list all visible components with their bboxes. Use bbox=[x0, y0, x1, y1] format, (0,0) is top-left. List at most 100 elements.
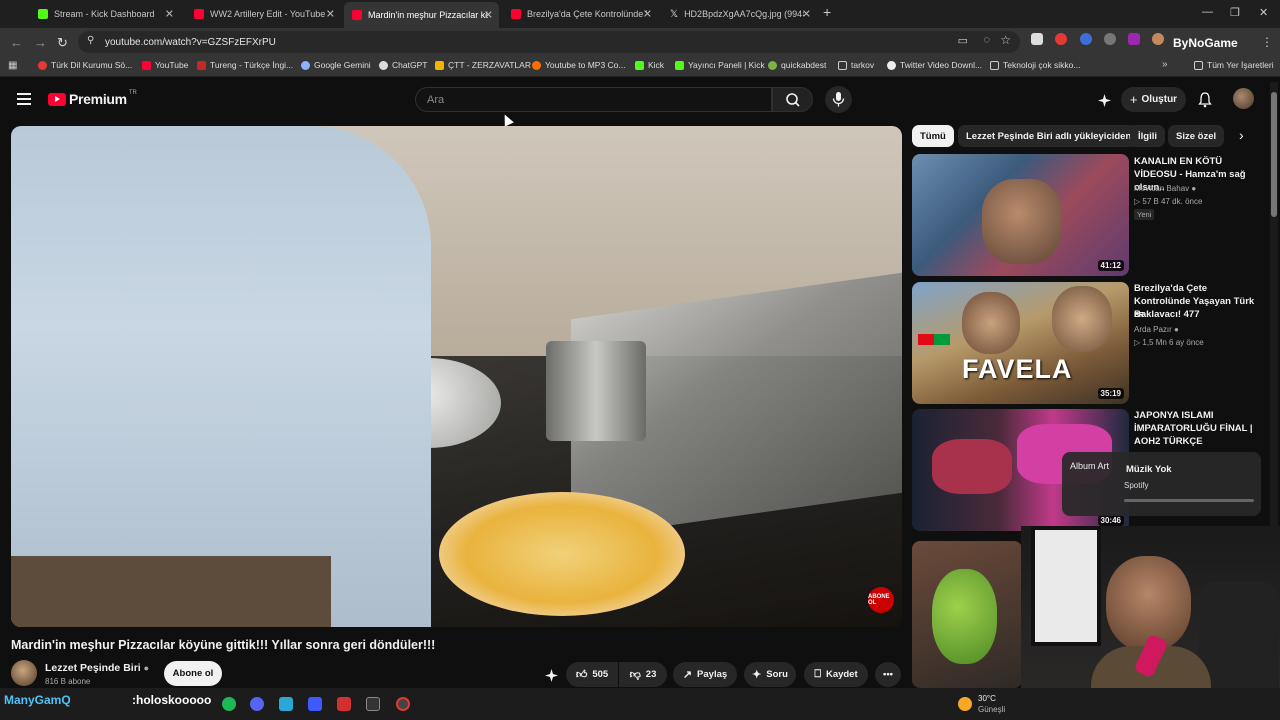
recommendation-title[interactable]: Brezilya'da Çete Kontrolünde Yaşayan Tür… bbox=[1134, 282, 1262, 321]
extension-icon[interactable] bbox=[1055, 33, 1067, 45]
bookmark-item[interactable]: Kick bbox=[635, 60, 664, 70]
like-button[interactable]: 👍︎ 505 bbox=[566, 662, 618, 687]
track-title: Müzik Yok bbox=[1126, 464, 1172, 475]
recommendation-title[interactable]: JAPONYA ISLAMI İMPARATORLUĞU FİNAL | AOH… bbox=[1134, 409, 1262, 448]
tab-kick-dashboard[interactable]: Stream - Kick Dashboard ✕ bbox=[30, 3, 180, 25]
bookmark-item[interactable]: Tureng - Türkçe İngi... bbox=[197, 60, 293, 70]
search-input[interactable] bbox=[416, 88, 736, 111]
account-avatar[interactable] bbox=[1233, 88, 1254, 109]
bookmark-item[interactable]: Yayıncı Paneli | Kick bbox=[675, 60, 765, 70]
chip-related[interactable]: İlgili bbox=[1130, 125, 1165, 147]
recommendation-channel[interactable]: Arda Pazır ● bbox=[1134, 325, 1179, 334]
subscribe-button[interactable]: Abone ol bbox=[164, 661, 222, 686]
recommendation-thumbnail[interactable]: FAVELA 35:19 bbox=[912, 282, 1129, 404]
cast-icon[interactable]: ▭ bbox=[958, 34, 968, 47]
video-frame-person bbox=[11, 126, 431, 627]
menu-icon[interactable]: ⋮ bbox=[1261, 35, 1273, 49]
close-icon[interactable]: ✕ bbox=[326, 8, 335, 21]
video-frame-apron bbox=[11, 556, 331, 627]
tab-title: HD2BpdzXgAA7cQg.jpg (994× bbox=[684, 9, 805, 19]
more-actions-button[interactable]: ••• bbox=[875, 662, 901, 687]
bookmark-item[interactable]: Youtube to MP3 Co... bbox=[532, 60, 626, 70]
pdf-reader-icon[interactable] bbox=[337, 697, 351, 711]
tab-mardin-pizza[interactable]: Mardin'in meşhur Pizzacılar köy ✕ bbox=[344, 2, 499, 28]
reload-icon[interactable]: ↻ bbox=[57, 35, 68, 51]
recommendation-channel[interactable]: Mevtcan Bahav ● bbox=[1134, 184, 1196, 193]
close-window-icon[interactable]: ✕ bbox=[1259, 6, 1268, 19]
video-duration: 41:12 bbox=[1097, 260, 1124, 271]
youtube-premium-logo[interactable]: Premium TR bbox=[48, 90, 137, 107]
close-icon[interactable]: ✕ bbox=[802, 8, 811, 21]
close-icon[interactable]: ✕ bbox=[165, 8, 174, 21]
close-icon[interactable]: ✕ bbox=[643, 8, 652, 21]
turkey-flag-icon bbox=[918, 334, 934, 345]
bookmark-item[interactable]: Twitter Video Downl... bbox=[887, 60, 982, 70]
subscribe-watermark-badge[interactable]: ABONE OL bbox=[868, 587, 894, 613]
bookmark-folder[interactable]: tarkov bbox=[838, 60, 874, 70]
extension-icon[interactable] bbox=[1104, 33, 1116, 45]
tab-brezilya[interactable]: Brezilya'da Çete Kontrolünde Ya ✕ bbox=[503, 3, 658, 25]
premium-sparkle-icon[interactable] bbox=[1097, 93, 1112, 108]
search-box[interactable] bbox=[415, 87, 772, 112]
tab-ww2-artillery[interactable]: WW2 Artillery Edit - YouTube ✕ bbox=[186, 3, 341, 25]
extension-icon[interactable] bbox=[1128, 33, 1140, 45]
youtube-icon bbox=[511, 9, 521, 19]
bookmark-item[interactable]: quickabdest bbox=[768, 60, 826, 70]
bookmark-folder[interactable]: Teknoloji çok sikko... bbox=[990, 60, 1080, 70]
all-bookmarks-folder[interactable]: Tüm Yer İşaretleri bbox=[1194, 60, 1274, 70]
chevron-right-double-icon[interactable]: » bbox=[1162, 59, 1168, 70]
extension-icon[interactable] bbox=[1031, 33, 1043, 45]
extension-icon[interactable] bbox=[1080, 33, 1092, 45]
spotify-icon[interactable] bbox=[222, 697, 236, 711]
scrollbar-thumb[interactable] bbox=[1271, 92, 1277, 217]
channel-name[interactable]: Lezzet Peşinde Biri ● bbox=[45, 662, 149, 674]
chat-message: :holoskooooo bbox=[132, 693, 212, 707]
eye-off-icon[interactable]: ◌ bbox=[983, 34, 990, 46]
terminal-icon[interactable] bbox=[366, 697, 380, 711]
back-icon[interactable]: ← bbox=[10, 35, 23, 50]
minimize-icon[interactable]: — bbox=[1202, 6, 1213, 18]
bookmark-item[interactable]: Türk Dil Kurumu Sö... bbox=[38, 60, 132, 70]
tab-image-jpg[interactable]: 𝕏 HD2BpdzXgAA7cQg.jpg (994× ✕ bbox=[662, 3, 817, 25]
bookmark-item[interactable]: YouTube bbox=[142, 60, 188, 70]
close-icon[interactable]: ✕ bbox=[484, 9, 493, 22]
chip-from-uploader[interactable]: Lezzet Peşinde Biri adlı yükleyiciden bbox=[958, 125, 1140, 147]
create-button[interactable]: + Oluştur bbox=[1121, 87, 1186, 112]
share-arrow-icon: ↗ bbox=[682, 669, 693, 681]
url-text[interactable]: youtube.com/watch?v=GZSFzEFXrPU bbox=[105, 37, 276, 48]
bynogame-logo[interactable]: ByNoGame bbox=[1173, 36, 1238, 50]
maximize-icon[interactable]: ❐ bbox=[1230, 6, 1240, 19]
ask-button[interactable]: ✦ Soru bbox=[744, 662, 796, 687]
dislike-button[interactable]: 👎︎ 23 bbox=[619, 662, 667, 687]
hamburger-menu-icon[interactable] bbox=[17, 93, 31, 105]
recommendation-thumbnail[interactable]: 41:12 bbox=[912, 154, 1129, 276]
chip-all[interactable]: Tümü bbox=[912, 125, 954, 147]
recommendation-thumbnail[interactable] bbox=[912, 541, 1022, 688]
tab-title: Mardin'in meşhur Pizzacılar köy bbox=[368, 10, 488, 20]
share-button[interactable]: ↗ Paylaş bbox=[673, 662, 737, 687]
app-icon[interactable] bbox=[279, 697, 293, 711]
discord-icon[interactable] bbox=[250, 697, 264, 711]
weather-condition: Güneşli bbox=[978, 705, 1006, 714]
new-tab-button[interactable]: + bbox=[823, 4, 831, 20]
apps-grid-icon[interactable]: ▦ bbox=[8, 60, 17, 71]
premium-sparkle-icon[interactable] bbox=[544, 668, 559, 683]
forward-icon[interactable]: → bbox=[34, 35, 47, 50]
bookmark-item[interactable]: Google Gemini bbox=[301, 60, 371, 70]
site-info-icon[interactable]: ⚲ bbox=[87, 35, 94, 46]
omnibox[interactable]: ⚲ youtube.com/watch?v=GZSFzEFXrPU ▭ ◌ ☆ bbox=[78, 31, 1020, 53]
save-button[interactable]: ⎕ Kaydet bbox=[804, 662, 868, 687]
search-button[interactable] bbox=[772, 87, 813, 112]
extension-icon[interactable] bbox=[1152, 33, 1164, 45]
video-player[interactable]: ABONE OL bbox=[11, 126, 902, 627]
chevron-right-icon[interactable]: › bbox=[1239, 127, 1244, 143]
voice-search-button[interactable] bbox=[825, 86, 852, 113]
notifications-bell-icon[interactable] bbox=[1197, 91, 1213, 108]
bookmark-item[interactable]: ÇTT - ZERZAVATLAR bbox=[435, 60, 531, 70]
bookmark-item[interactable]: ChatGPT bbox=[379, 60, 427, 70]
app-icon[interactable] bbox=[308, 697, 322, 711]
channel-avatar[interactable] bbox=[11, 660, 37, 686]
chip-for-you[interactable]: Size özel bbox=[1168, 125, 1225, 147]
obs-icon[interactable] bbox=[396, 697, 410, 711]
bookmark-star-icon[interactable]: ☆ bbox=[1000, 33, 1011, 47]
